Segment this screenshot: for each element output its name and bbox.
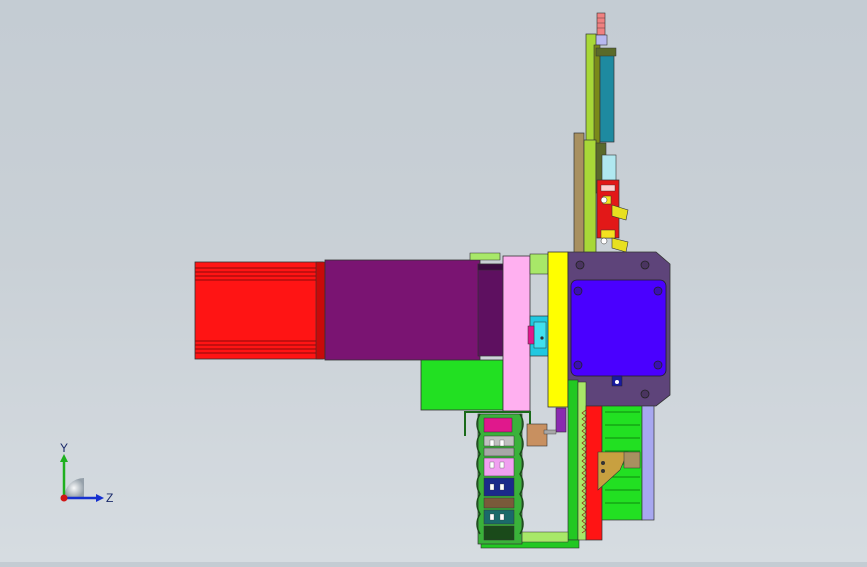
coordinate-triad: Y Z bbox=[60, 441, 113, 505]
triad-quadrant bbox=[64, 478, 84, 498]
servo-motor bbox=[194, 261, 326, 360]
pink-plate bbox=[502, 255, 531, 412]
x-axis-dot bbox=[60, 494, 68, 502]
z-axis-label: Z bbox=[106, 491, 113, 505]
coupling bbox=[527, 315, 551, 357]
cable-chain bbox=[476, 413, 524, 545]
reducer-housing bbox=[324, 252, 505, 361]
y-axis-label: Y bbox=[60, 441, 68, 455]
yellow-plate bbox=[547, 251, 569, 408]
green-spacer bbox=[529, 253, 549, 275]
pneumatic-cylinder bbox=[596, 179, 629, 253]
assembly-drawing bbox=[194, 12, 671, 549]
green-bracket bbox=[420, 359, 504, 411]
cad-viewport[interactable]: Y Z bbox=[0, 0, 867, 562]
